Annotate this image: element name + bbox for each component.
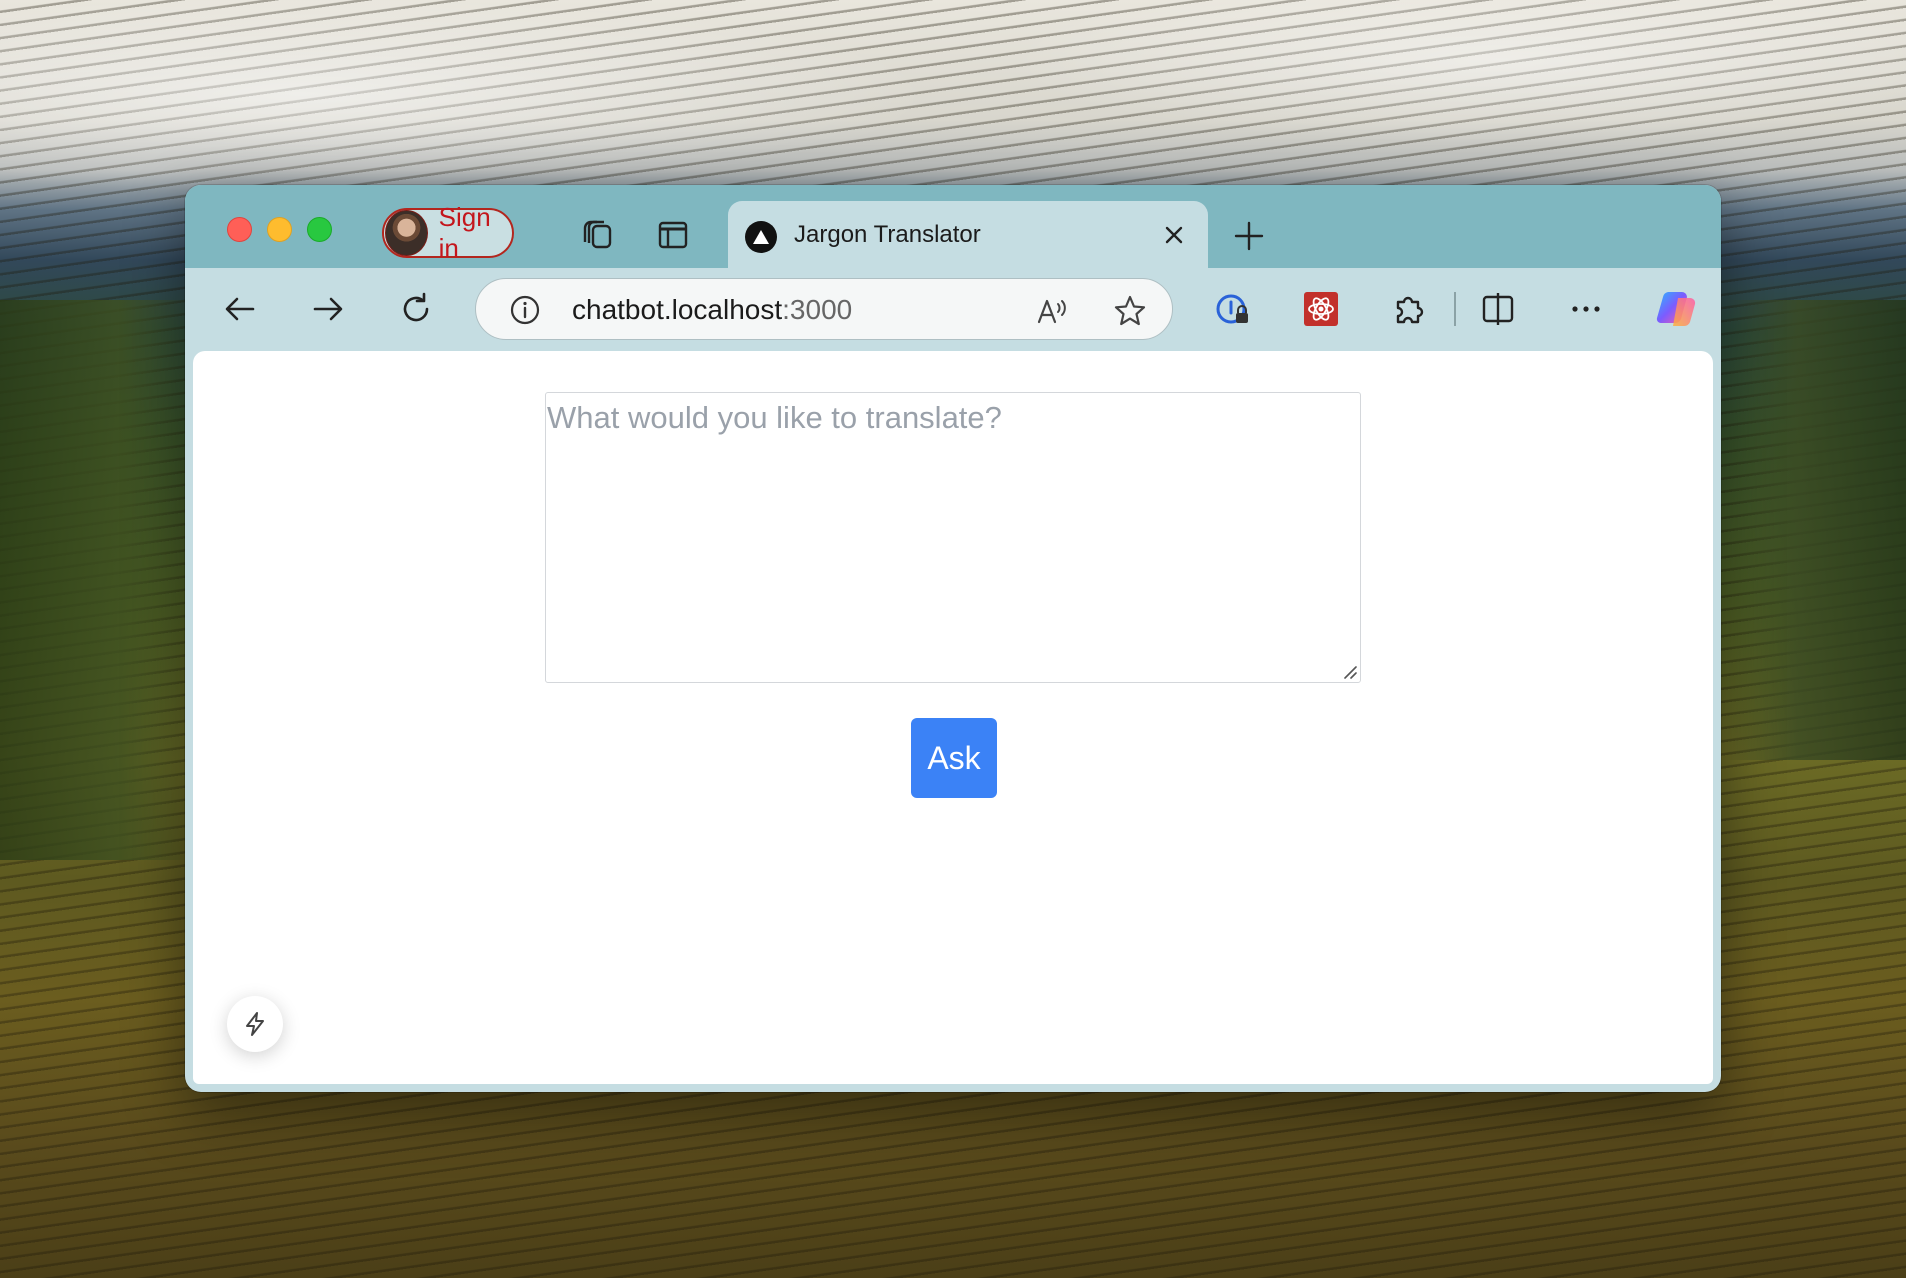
back-icon[interactable]: [220, 289, 260, 329]
avatar: [385, 210, 428, 256]
toolbar-divider: [1454, 292, 1456, 326]
workspaces-icon[interactable]: [580, 215, 620, 255]
page-content: What would you like to translate? Ask: [193, 351, 1713, 1084]
url-host: chatbot.localhost: [572, 294, 783, 325]
minimize-window-button[interactable]: [267, 217, 292, 242]
address-bar[interactable]: chatbot.localhost:3000: [475, 278, 1173, 340]
new-tab-icon[interactable]: [1231, 218, 1267, 254]
wallpaper-trees-right: [1726, 300, 1906, 760]
react-devtools-icon[interactable]: [1301, 289, 1341, 329]
favorite-star-icon[interactable]: [1112, 293, 1148, 329]
tab-strip: Sign in Jargon Translator: [185, 185, 1721, 268]
navigation-toolbar: chatbot.localhost:3000: [185, 268, 1721, 351]
split-screen-icon[interactable]: [1478, 289, 1518, 329]
read-aloud-icon[interactable]: [1034, 293, 1070, 329]
profile-sign-in-button[interactable]: Sign in: [382, 202, 514, 263]
tab-title: Jargon Translator: [794, 221, 981, 248]
tab-jargon-translator[interactable]: Jargon Translator: [728, 201, 1208, 268]
refresh-icon[interactable]: [396, 289, 436, 329]
site-info-icon[interactable]: [509, 294, 541, 326]
zoom-window-button[interactable]: [307, 217, 332, 242]
forward-icon[interactable]: [308, 289, 348, 329]
password-manager-icon[interactable]: [1213, 289, 1253, 329]
translate-input-placeholder: What would you like to translate?: [547, 400, 1002, 435]
triangle-logo-icon: [745, 221, 777, 253]
url-text[interactable]: chatbot.localhost:3000: [572, 294, 852, 326]
ask-button[interactable]: Ask: [911, 718, 997, 798]
sign-in-label: Sign in: [438, 202, 491, 263]
lightning-bolt-icon: [246, 1012, 264, 1036]
translate-input[interactable]: What would you like to translate?: [545, 392, 1361, 683]
copilot-icon[interactable]: [1654, 286, 1700, 332]
close-tab-icon[interactable]: [1158, 219, 1190, 251]
wallpaper-trees-left: [0, 300, 200, 860]
url-port: :3000: [782, 294, 853, 325]
extensions-icon[interactable]: [1389, 289, 1429, 329]
vertical-tabs-icon[interactable]: [653, 215, 693, 255]
more-options-icon[interactable]: [1566, 289, 1606, 329]
resize-grip-icon[interactable]: [1341, 663, 1357, 679]
close-window-button[interactable]: [227, 217, 252, 242]
browser-window: Sign in Jargon Translator chatbot.localh…: [185, 185, 1721, 1092]
dev-tools-button[interactable]: [227, 996, 283, 1052]
